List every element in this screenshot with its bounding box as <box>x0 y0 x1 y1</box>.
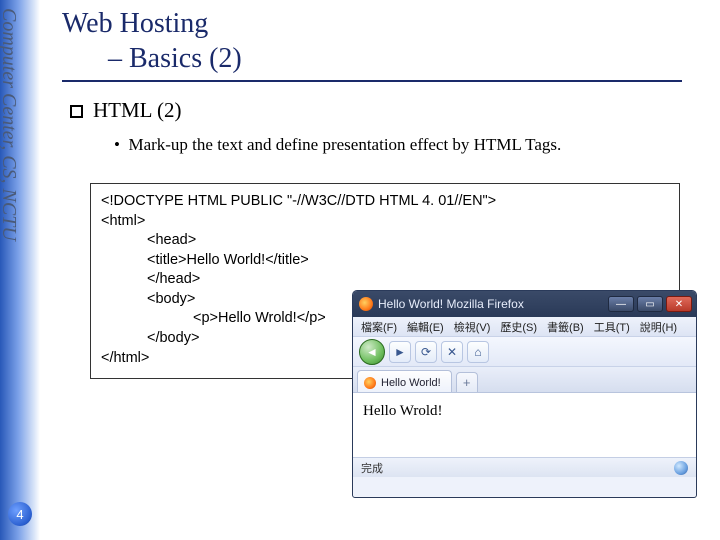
menu-history[interactable]: 歷史(S) <box>500 319 537 335</box>
stop-button[interactable]: ✕ <box>441 341 463 363</box>
menu-bookmarks[interactable]: 書籤(B) <box>547 319 584 335</box>
slide-title: Web Hosting – Basics (2) <box>62 6 710 76</box>
new-tab-button[interactable]: + <box>456 372 478 392</box>
bullet-text: Mark-up the text and define presentation… <box>128 135 561 154</box>
nav-toolbar: ◄ ► ⟳ ✕ ⌂ <box>353 337 696 367</box>
page-viewport: Hello Wrold! <box>353 393 696 457</box>
code-l5: </head> <box>101 270 669 290</box>
window-title: Hello World! Mozilla Firefox <box>378 297 608 311</box>
forward-button[interactable]: ► <box>389 341 411 363</box>
firefox-icon <box>359 297 373 311</box>
page-number-badge: 4 <box>8 502 32 526</box>
security-zone-icon <box>674 461 688 475</box>
maximize-button[interactable]: ▭ <box>637 296 663 312</box>
home-button[interactable]: ⌂ <box>467 341 489 363</box>
tab-bar: Hello World! + <box>353 367 696 393</box>
menu-view[interactable]: 檢視(V) <box>454 319 491 335</box>
section-heading: HTML (2) <box>93 98 181 122</box>
square-bullet-icon <box>70 105 83 118</box>
firefox-window: Hello World! Mozilla Firefox — ▭ ✕ 檔案(F)… <box>352 290 697 498</box>
tab-label: Hello World! <box>381 377 441 389</box>
browser-tab[interactable]: Hello World! <box>357 370 452 392</box>
menu-file[interactable]: 檔案(F) <box>361 319 397 335</box>
sidebar-gradient: Computer Center, CS, NCTU <box>0 0 40 540</box>
code-l2: <html> <box>101 213 145 229</box>
code-l1: <!DOCTYPE HTML PUBLIC "-//W3C//DTD HTML … <box>101 193 496 209</box>
menu-help[interactable]: 說明(H) <box>640 319 677 335</box>
back-button[interactable]: ◄ <box>359 339 385 365</box>
tab-favicon-icon <box>364 377 376 389</box>
code-l3: <head> <box>101 231 669 251</box>
title-line1: Web Hosting <box>62 8 208 39</box>
reload-button[interactable]: ⟳ <box>415 341 437 363</box>
close-button[interactable]: ✕ <box>666 296 692 312</box>
menu-bar: 檔案(F) 編輯(E) 檢視(V) 歷史(S) 書籤(B) 工具(T) 說明(H… <box>353 317 696 337</box>
menu-edit[interactable]: 編輯(E) <box>407 319 444 335</box>
bullet-line: • Mark-up the text and define presentati… <box>70 135 710 155</box>
code-l9: </html> <box>101 350 149 366</box>
menu-tools[interactable]: 工具(T) <box>594 319 630 335</box>
section: HTML (2) • Mark-up the text and define p… <box>62 98 710 155</box>
sidebar-label: Computer Center, CS, NCTU <box>0 8 20 241</box>
status-bar: 完成 <box>353 457 696 477</box>
minimize-button[interactable]: — <box>608 296 634 312</box>
title-line2: – Basics (2) <box>62 41 710 76</box>
title-underline <box>62 80 682 82</box>
status-text: 完成 <box>361 460 383 476</box>
window-titlebar[interactable]: Hello World! Mozilla Firefox — ▭ ✕ <box>353 291 696 317</box>
page-text: Hello Wrold! <box>363 403 443 419</box>
code-l4: <title>Hello World!</title> <box>101 251 669 271</box>
